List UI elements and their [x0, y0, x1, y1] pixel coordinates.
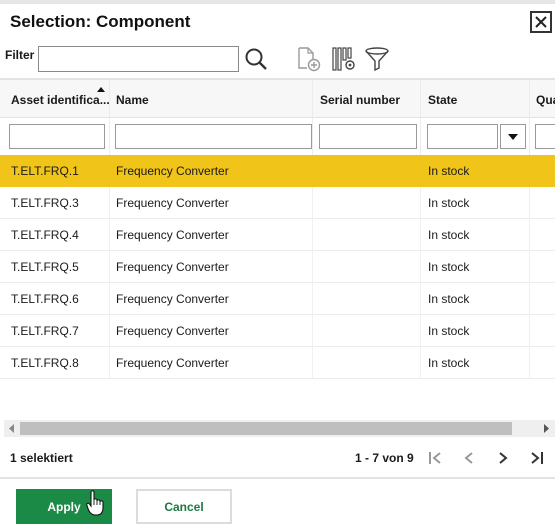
column-header-asset-id[interactable]: Asset identifica...	[0, 80, 110, 118]
cell-asset-id: T.ELT.FRQ.8	[0, 347, 110, 379]
previous-page-button[interactable]	[459, 447, 479, 469]
cell-quantity	[530, 347, 555, 379]
pager-range: 1 - 7 von 9	[355, 451, 414, 465]
filter-cell-serial	[313, 118, 421, 155]
column-filter-serial-number[interactable]	[319, 124, 417, 149]
component-grid: Asset identifica... Name Serial number S…	[0, 80, 555, 380]
table-row[interactable]: T.ELT.FRQ.4 Frequency Converter In stock	[0, 219, 555, 251]
cell-serial-number	[313, 315, 421, 347]
column-header-state[interactable]: State	[421, 80, 530, 118]
cell-asset-id: T.ELT.FRQ.4	[0, 219, 110, 251]
chevron-left-icon	[464, 452, 473, 464]
cell-state: In stock	[421, 315, 530, 347]
cell-asset-id: T.ELT.FRQ.1	[0, 155, 110, 187]
column-filter-name[interactable]	[115, 124, 312, 149]
scroll-left-icon[interactable]	[9, 424, 14, 433]
cell-quantity	[530, 315, 555, 347]
scroll-right-icon[interactable]	[544, 424, 549, 433]
column-header-label: State	[428, 93, 458, 107]
cell-quantity	[530, 283, 555, 315]
first-page-icon	[429, 452, 441, 464]
cell-serial-number	[313, 187, 421, 219]
column-settings-button[interactable]	[330, 45, 358, 73]
cell-serial-number	[313, 219, 421, 251]
last-page-button[interactable]	[527, 447, 547, 469]
cell-state: In stock	[421, 219, 530, 251]
table-row[interactable]: T.ELT.FRQ.5 Frequency Converter In stock	[0, 251, 555, 283]
horizontal-scrollbar[interactable]	[4, 420, 555, 437]
funnel-filter-icon	[365, 47, 389, 72]
cell-state: In stock	[421, 187, 530, 219]
column-header-label: Qua	[536, 93, 555, 107]
cell-state: In stock	[421, 347, 530, 379]
cancel-button[interactable]: Cancel	[136, 489, 232, 524]
cell-asset-id: T.ELT.FRQ.3	[0, 187, 110, 219]
column-header-label: Name	[116, 93, 149, 107]
cancel-button-label: Cancel	[164, 499, 204, 514]
table-row[interactable]: T.ELT.FRQ.1 Frequency Converter In stock	[0, 155, 555, 187]
table-row[interactable]: T.ELT.FRQ.6 Frequency Converter In stock	[0, 283, 555, 315]
column-filter-quantity[interactable]	[535, 124, 555, 149]
cell-state: In stock	[421, 283, 530, 315]
state-dropdown-button[interactable]	[500, 124, 526, 149]
cell-name: Frequency Converter	[110, 315, 313, 347]
filter-cell-quantity	[530, 118, 555, 155]
cell-name: Frequency Converter	[110, 347, 313, 379]
cell-serial-number	[313, 283, 421, 315]
sort-ascending-icon	[97, 87, 105, 92]
cell-serial-number	[313, 251, 421, 283]
search-icon	[245, 48, 267, 70]
new-document-button[interactable]	[296, 45, 322, 73]
chevron-right-icon	[499, 452, 508, 464]
cell-serial-number	[313, 155, 421, 187]
column-filter-state[interactable]	[427, 124, 498, 149]
scrollbar-thumb[interactable]	[20, 422, 512, 435]
new-document-icon	[298, 47, 321, 72]
cell-asset-id: T.ELT.FRQ.7	[0, 315, 110, 347]
cell-name: Frequency Converter	[110, 219, 313, 251]
table-row[interactable]: T.ELT.FRQ.8 Frequency Converter In stock	[0, 347, 555, 379]
search-button[interactable]	[243, 46, 269, 72]
chevron-down-icon	[508, 133, 518, 140]
cell-name: Frequency Converter	[110, 283, 313, 315]
cell-name: Frequency Converter	[110, 187, 313, 219]
column-header-label: Serial number	[320, 93, 401, 107]
filter-cell-name	[110, 118, 313, 155]
column-header-label: Asset identifica...	[11, 93, 110, 107]
filter-label: Filter	[5, 48, 35, 62]
cell-name: Frequency Converter	[110, 251, 313, 283]
close-icon	[535, 16, 547, 28]
table-row[interactable]: T.ELT.FRQ.7 Frequency Converter In stock	[0, 315, 555, 347]
cell-quantity	[530, 251, 555, 283]
column-header-quantity[interactable]: Qua	[530, 80, 555, 118]
table-row[interactable]: T.ELT.FRQ.3 Frequency Converter In stock	[0, 187, 555, 219]
cell-quantity	[530, 155, 555, 187]
close-button[interactable]	[530, 11, 552, 33]
hand-cursor-icon	[86, 490, 104, 516]
cell-state: In stock	[421, 155, 530, 187]
top-border	[0, 0, 555, 4]
cell-asset-id: T.ELT.FRQ.6	[0, 283, 110, 315]
cell-name: Frequency Converter	[110, 155, 313, 187]
filter-funnel-button[interactable]	[363, 45, 391, 73]
dialog-title: Selection: Component	[10, 12, 191, 31]
cell-state: In stock	[421, 251, 530, 283]
cell-serial-number	[313, 347, 421, 379]
cell-asset-id: T.ELT.FRQ.5	[0, 251, 110, 283]
cell-quantity	[530, 187, 555, 219]
last-page-icon	[531, 452, 543, 464]
column-filter-asset-id[interactable]	[9, 124, 105, 149]
filter-cell-state	[421, 118, 530, 155]
cell-quantity	[530, 219, 555, 251]
apply-button-label: Apply	[47, 499, 81, 514]
filter-input[interactable]	[38, 46, 239, 72]
next-page-button[interactable]	[493, 447, 513, 469]
filter-cell-asset-id	[0, 118, 110, 155]
first-page-button[interactable]	[425, 447, 445, 469]
column-header-serial-number[interactable]: Serial number	[313, 80, 421, 118]
column-settings-icon	[332, 47, 355, 71]
footer-separator	[0, 477, 555, 479]
column-header-name[interactable]: Name	[110, 80, 313, 118]
selection-count: 1 selektiert	[10, 451, 73, 465]
